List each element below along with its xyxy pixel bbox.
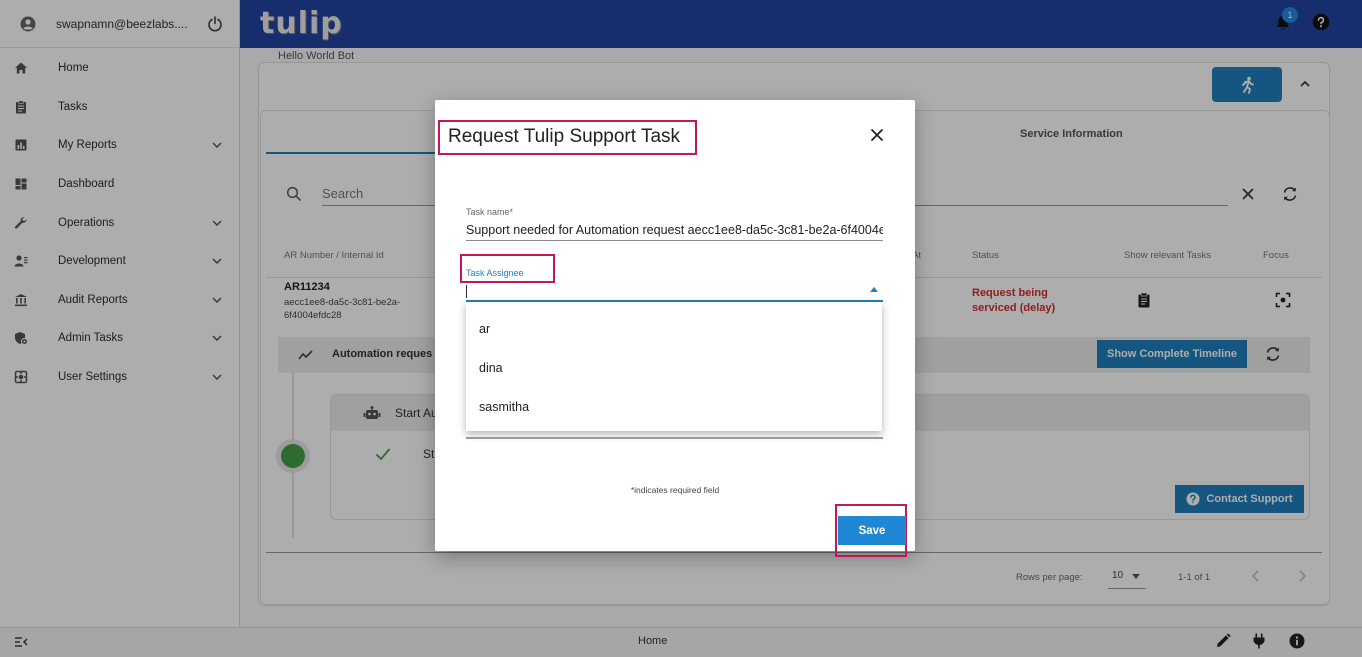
assignee-option[interactable]: ar xyxy=(466,309,882,348)
caret-up-icon[interactable] xyxy=(870,287,878,292)
required-field-note: *indicates required field xyxy=(630,485,720,495)
field-underline xyxy=(466,437,883,439)
task-assignee-label: Task Assignee xyxy=(466,268,524,278)
task-name-field[interactable] xyxy=(466,219,883,241)
task-name-label: Task name* xyxy=(466,207,514,217)
save-button[interactable]: Save xyxy=(838,516,906,545)
text-cursor xyxy=(466,285,467,298)
assignee-option[interactable]: dina xyxy=(466,348,882,387)
assignee-options-list: ar dina sasmitha xyxy=(466,302,882,431)
assignee-option[interactable]: sasmitha xyxy=(466,387,882,426)
close-icon[interactable] xyxy=(870,128,884,142)
annotation-highlight-title xyxy=(438,120,697,155)
task-assignee-select[interactable] xyxy=(466,281,883,302)
request-support-task-dialog: Request Tulip Support Task Task name* Ta… xyxy=(435,100,915,557)
